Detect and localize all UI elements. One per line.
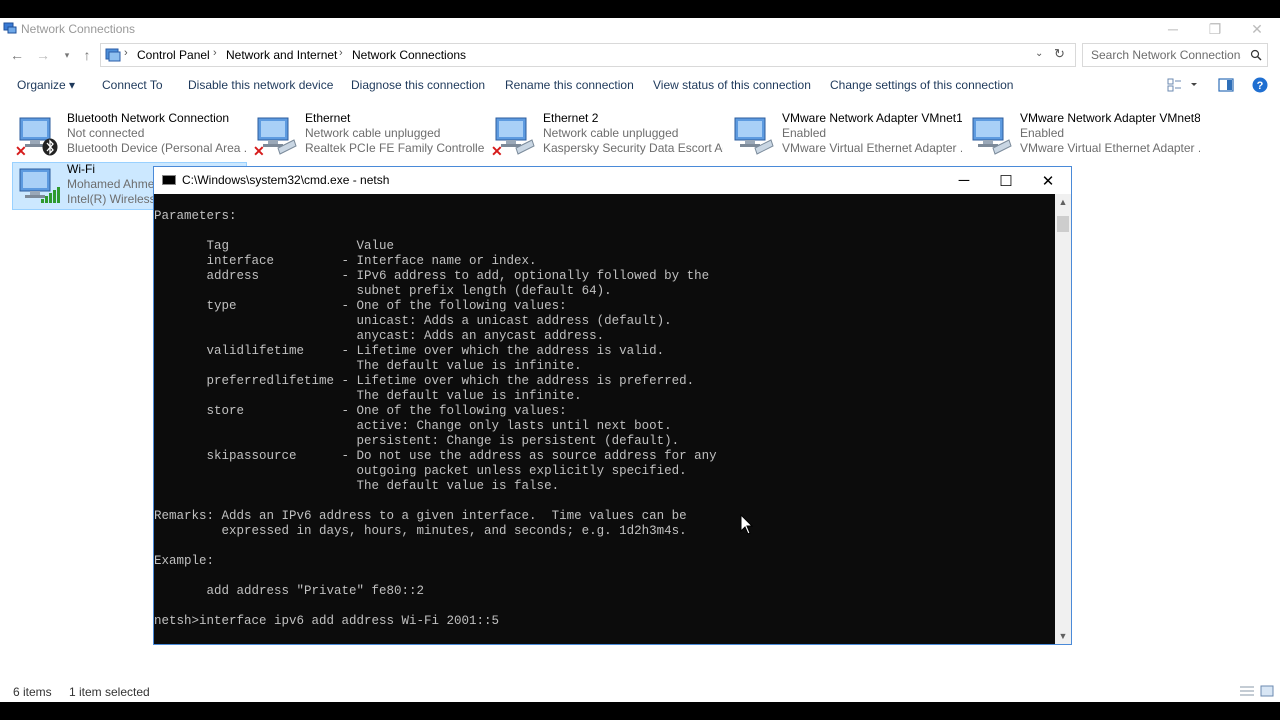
connection-device: VMware Virtual Ethernet Adapter ... — [1020, 141, 1200, 155]
minimize-button[interactable]: ─ — [1152, 18, 1194, 40]
preview-pane-icon[interactable] — [1218, 78, 1234, 92]
connection-item-vmnet1[interactable]: VMware Network Adapter VMnet1 Enabled VM… — [728, 111, 963, 160]
close-button[interactable]: ✕ — [1236, 18, 1278, 40]
console-output[interactable]: Parameters: Tag Value interface - Interf… — [154, 194, 1055, 644]
connection-status: Enabled — [1020, 126, 1065, 140]
network-adapter-icon — [972, 117, 1012, 155]
connection-item-vmnet8[interactable]: VMware Network Adapter VMnet8 Enabled VM… — [966, 111, 1201, 160]
cmd-window: C:\Windows\system32\cmd.exe - netsh ─ ☐ … — [153, 166, 1072, 645]
view-status-button[interactable]: View status of this connection — [653, 78, 811, 92]
connection-item-ethernet[interactable]: ✕ Ethernet Network cable unplugged Realt… — [251, 111, 486, 160]
connection-item-ethernet-2[interactable]: ✕ Ethernet 2 Network cable unplugged Kas… — [489, 111, 724, 160]
status-bar: 6 items 1 item selected — [0, 682, 1280, 702]
change-settings-button[interactable]: Change settings of this connection — [830, 78, 1013, 92]
scrollbar-thumb[interactable] — [1057, 216, 1069, 232]
forward-arrow-icon[interactable]: → — [34, 45, 52, 65]
connection-device: VMware Virtual Ethernet Adapter ... — [782, 141, 962, 155]
breadcrumb-separator: › — [213, 47, 217, 59]
view-options-icon[interactable] — [1167, 78, 1197, 92]
connection-device: Kaspersky Security Data Escort Ad... — [543, 141, 723, 155]
cmd-titlebar[interactable]: C:\Windows\system32\cmd.exe - netsh ─ ☐ … — [154, 167, 1071, 194]
refresh-icon[interactable]: ↻ — [1054, 46, 1065, 62]
cmd-maximize-button[interactable]: ☐ — [985, 167, 1027, 194]
disconnected-x-icon: ✕ — [253, 143, 265, 159]
breadcrumb-separator: › — [124, 47, 128, 59]
large-icons-view-icon[interactable] — [1260, 684, 1274, 698]
connection-status: Not connected — [67, 126, 145, 140]
connection-status: Network cable unplugged — [305, 126, 441, 140]
network-adapter-icon — [734, 117, 774, 155]
connect-to-button[interactable]: Connect To — [102, 78, 163, 92]
search-input[interactable] — [1089, 47, 1243, 63]
console-scrollbar[interactable]: ▲ ▼ — [1055, 194, 1071, 644]
console-text: Parameters: Tag Value interface - Interf… — [154, 209, 717, 628]
mouse-pointer-icon — [740, 514, 754, 535]
cmd-app-icon — [162, 175, 176, 185]
connection-item-bluetooth[interactable]: ✕ Bluetooth Network Connection Not conne… — [13, 111, 248, 160]
recent-locations-chevron-icon[interactable]: ▾ — [58, 45, 76, 65]
explorer-titlebar: Network Connections ─ ❐ ✕ — [0, 18, 1280, 40]
disconnected-x-icon: ✕ — [15, 143, 27, 159]
connection-device: Intel(R) Wireless-N — [67, 192, 157, 206]
up-arrow-icon[interactable]: ↑ — [78, 45, 96, 65]
selection-count: 1 item selected — [69, 685, 150, 699]
connection-status: Mohamed Ahmed — [67, 177, 157, 191]
search-box[interactable] — [1082, 43, 1268, 67]
connection-name: VMware Network Adapter VMnet8 — [1020, 111, 1200, 125]
details-view-icon[interactable] — [1239, 684, 1255, 698]
signal-strength-icon — [41, 187, 60, 203]
diagnose-button[interactable]: Diagnose this connection — [351, 78, 485, 92]
search-icon[interactable] — [1250, 49, 1262, 61]
breadcrumb-separator: › — [339, 47, 343, 59]
address-bar[interactable]: › Control Panel › Network and Internet ›… — [100, 43, 1076, 67]
cmd-close-button[interactable]: ✕ — [1027, 167, 1069, 194]
item-count: 6 items — [13, 685, 52, 699]
address-row: ← → ▾ ↑ › Control Panel › Network and In… — [0, 40, 1280, 70]
bluetooth-icon — [42, 138, 58, 156]
restore-button[interactable]: ❐ — [1194, 18, 1236, 40]
disable-device-button[interactable]: Disable this network device — [188, 78, 333, 92]
cmd-window-title: C:\Windows\system32\cmd.exe - netsh — [182, 173, 390, 187]
connection-device: Realtek PCIe FE Family Controller — [305, 141, 485, 155]
cmd-minimize-button[interactable]: ─ — [943, 167, 985, 194]
scroll-down-icon[interactable]: ▼ — [1055, 628, 1071, 644]
window-title: Network Connections — [21, 22, 136, 36]
rename-button[interactable]: Rename this connection — [505, 78, 634, 92]
command-bar: Organize ▾ Connect To Disable this netwo… — [0, 70, 1280, 100]
connection-device: Bluetooth Device (Personal Area ... — [67, 141, 247, 155]
control-panel-icon — [105, 48, 121, 62]
back-arrow-icon[interactable]: ← — [8, 45, 26, 65]
connection-status: Network cable unplugged — [543, 126, 679, 140]
help-icon[interactable]: ? — [1252, 77, 1268, 93]
organize-menu[interactable]: Organize ▾ — [17, 78, 75, 92]
disconnected-x-icon: ✕ — [491, 143, 503, 159]
scroll-up-icon[interactable]: ▲ — [1055, 194, 1071, 210]
svg-text:?: ? — [1257, 80, 1264, 92]
connection-status: Enabled — [782, 126, 827, 140]
connection-name: Ethernet 2 — [543, 111, 599, 125]
connection-name: VMware Network Adapter VMnet1 — [782, 111, 962, 125]
breadcrumb-control-panel[interactable]: Control Panel — [137, 48, 210, 62]
breadcrumb-network-connections[interactable]: Network Connections — [352, 48, 466, 62]
breadcrumb-network-and-internet[interactable]: Network and Internet — [226, 48, 337, 62]
connection-name: Bluetooth Network Connection — [67, 111, 230, 125]
network-connections-icon — [3, 22, 17, 34]
address-dropdown-icon[interactable]: ⌄ — [1035, 48, 1043, 59]
connection-name: Ethernet — [305, 111, 351, 125]
connection-name: Wi-Fi — [67, 162, 95, 176]
